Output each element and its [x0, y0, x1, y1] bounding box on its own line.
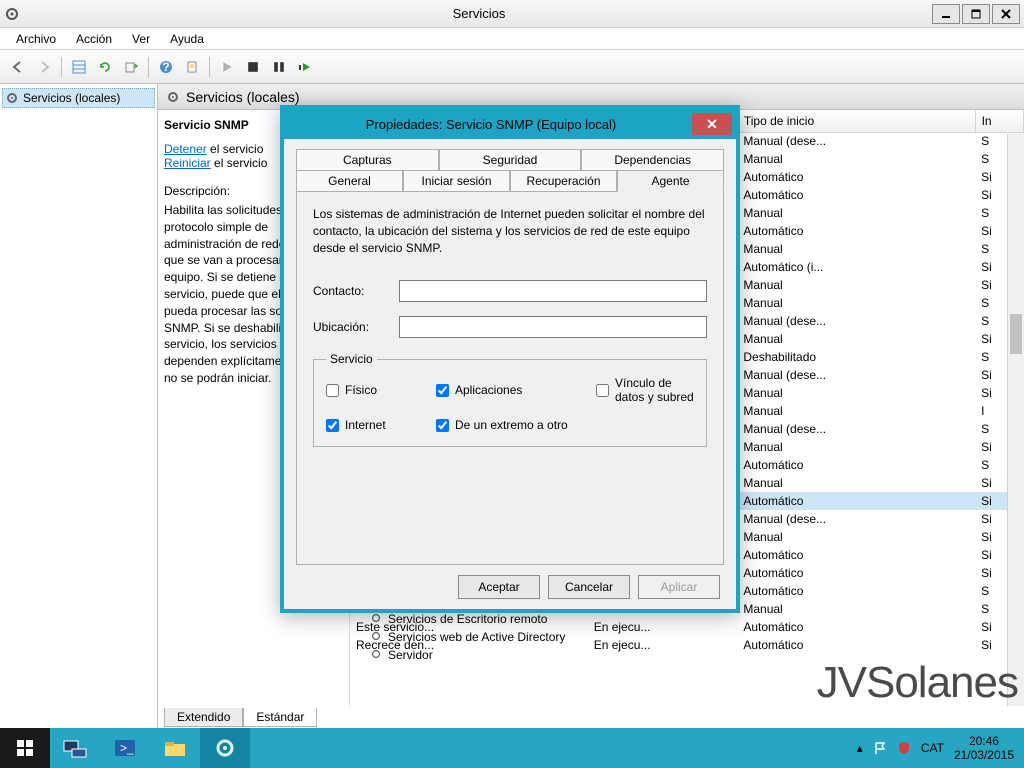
- tab-iniciar[interactable]: Iniciar sesión: [403, 170, 510, 192]
- forward-icon[interactable]: [32, 55, 56, 79]
- col-logon[interactable]: In: [975, 110, 1023, 132]
- dialog-titlebar[interactable]: Propiedades: Servicio SNMP (Equipo local…: [284, 109, 736, 139]
- stop-text: el servicio: [207, 142, 264, 156]
- contacto-label: Contacto:: [313, 284, 389, 298]
- clock[interactable]: 20:46 21/03/2015: [954, 734, 1014, 763]
- stop-link[interactable]: Detener: [164, 142, 207, 156]
- stop-icon[interactable]: [241, 55, 265, 79]
- menu-archivo[interactable]: Archivo: [6, 30, 66, 48]
- tab-extended[interactable]: Extendido: [164, 708, 243, 727]
- chk-aplicaciones[interactable]: Aplicaciones: [436, 383, 596, 397]
- restart-text: el servicio: [211, 156, 268, 170]
- menu-accion[interactable]: Acción: [66, 30, 122, 48]
- apply-button[interactable]: Aplicar: [638, 575, 720, 599]
- svg-text:>_: >_: [120, 741, 134, 755]
- tree-root-label: Servicios (locales): [23, 91, 120, 105]
- menubar: Archivo Acción Ver Ayuda: [0, 28, 1024, 50]
- taskbar-services[interactable]: [200, 728, 250, 768]
- tab-seguridad[interactable]: Seguridad: [439, 149, 582, 170]
- contacto-input[interactable]: [399, 280, 707, 302]
- maximize-button[interactable]: [962, 4, 990, 24]
- tab-dependencias[interactable]: Dependencias: [581, 149, 724, 170]
- restart-link[interactable]: Reiniciar: [164, 156, 211, 170]
- menu-ayuda[interactable]: Ayuda: [160, 30, 214, 48]
- tab-capturas[interactable]: Capturas: [296, 149, 439, 170]
- back-icon[interactable]: [6, 55, 30, 79]
- svg-text:?: ?: [162, 60, 169, 74]
- tray-up-icon[interactable]: ▴: [857, 741, 863, 755]
- play-icon[interactable]: [215, 55, 239, 79]
- chk-fisico[interactable]: Físico: [326, 383, 436, 397]
- tab-general[interactable]: General: [296, 170, 403, 192]
- tab-recuperacion[interactable]: Recuperación: [510, 170, 617, 192]
- list-item[interactable]: Servicios web de Active Directory: [370, 628, 565, 646]
- taskbar: >_ ▴ CAT 20:46 21/03/2015: [0, 728, 1024, 768]
- help-icon[interactable]: ?: [154, 55, 178, 79]
- clock-date: 21/03/2015: [954, 748, 1014, 762]
- tree-root-item[interactable]: Servicios (locales): [2, 88, 155, 108]
- window-title: Servicios: [26, 6, 932, 21]
- toolbar: ?: [0, 50, 1024, 84]
- list-item[interactable]: Servidor: [370, 646, 565, 664]
- clock-time: 20:46: [954, 734, 1014, 748]
- grid-icon[interactable]: [67, 55, 91, 79]
- panel-title: Servicios (locales): [186, 89, 300, 105]
- chk-vinculo[interactable]: Vínculo de datos y subred: [596, 376, 694, 404]
- restart-icon[interactable]: [293, 55, 317, 79]
- dialog-title: Propiedades: Servicio SNMP (Equipo local…: [290, 117, 692, 132]
- taskbar-server-manager[interactable]: [50, 728, 100, 768]
- chk-extremo[interactable]: De un extremo a otro: [436, 418, 596, 432]
- ubicacion-input[interactable]: [399, 316, 707, 338]
- export-icon[interactable]: [119, 55, 143, 79]
- bottom-tabstrip: Extendido Estándar: [158, 706, 1024, 728]
- accept-button[interactable]: Aceptar: [458, 575, 540, 599]
- properties-icon[interactable]: [180, 55, 204, 79]
- chk-internet[interactable]: Internet: [326, 418, 436, 432]
- gear-icon: [4, 6, 20, 22]
- properties-dialog: Propiedades: Servicio SNMP (Equipo local…: [280, 105, 740, 613]
- tab-agente[interactable]: Agente: [617, 170, 724, 192]
- table-v-scrollbar[interactable]: [1007, 134, 1024, 706]
- pause-icon[interactable]: [267, 55, 291, 79]
- close-button[interactable]: [992, 4, 1020, 24]
- start-button[interactable]: [0, 728, 50, 768]
- cancel-button[interactable]: Cancelar: [548, 575, 630, 599]
- gear-icon: [166, 90, 180, 104]
- ubicacion-label: Ubicación:: [313, 320, 389, 334]
- gear-icon: [5, 91, 19, 105]
- tab-content-agente: Los sistemas de administración de Intern…: [296, 192, 724, 565]
- refresh-icon[interactable]: [93, 55, 117, 79]
- tab-standard[interactable]: Estándar: [243, 708, 317, 727]
- minimize-button[interactable]: [932, 4, 960, 24]
- taskbar-powershell[interactable]: >_: [100, 728, 150, 768]
- menu-ver[interactable]: Ver: [122, 30, 160, 48]
- agent-explanation: Los sistemas de administración de Intern…: [313, 206, 707, 256]
- taskbar-explorer[interactable]: [150, 728, 200, 768]
- lang-indicator[interactable]: CAT: [921, 741, 944, 755]
- col-startup[interactable]: Tipo de inicio: [737, 110, 975, 132]
- dialog-close-button[interactable]: ✕: [692, 113, 732, 135]
- tree-pane: Servicios (locales): [0, 84, 158, 728]
- flag-icon[interactable]: [873, 741, 887, 755]
- shield-icon[interactable]: [897, 741, 911, 755]
- visible-service-rows: Servicios de Escritorio remoto Servicios…: [370, 610, 565, 664]
- servicio-legend: Servicio: [326, 352, 377, 366]
- servicio-fieldset: Servicio Físico Aplicaciones Vínculo de …: [313, 352, 707, 447]
- system-tray: ▴ CAT 20:46 21/03/2015: [847, 728, 1024, 768]
- window-title-bar: Servicios: [0, 0, 1024, 28]
